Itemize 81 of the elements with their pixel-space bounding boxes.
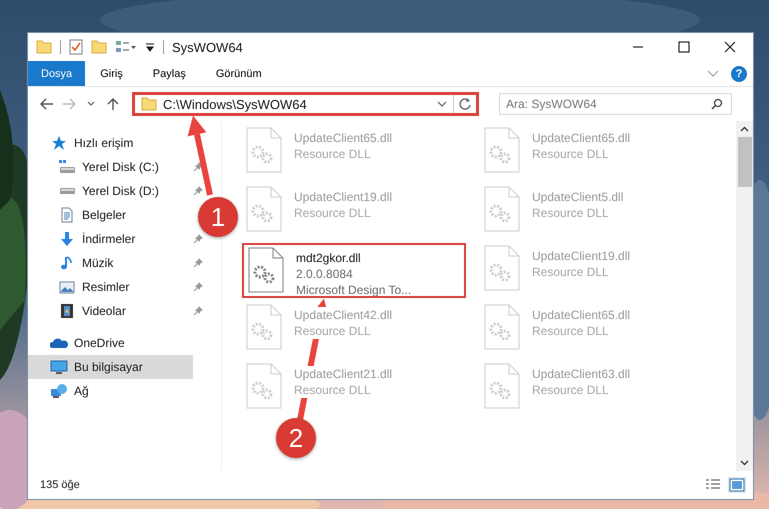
nav-label: Yerel Disk (C:) bbox=[82, 160, 160, 174]
ribbon-tab[interactable]: Paylaş bbox=[138, 61, 201, 86]
settings-file-icon bbox=[484, 127, 520, 173]
scrollbar[interactable] bbox=[736, 121, 753, 471]
file-name: UpdateClient65.dll bbox=[532, 307, 630, 323]
settings-file-icon bbox=[484, 304, 520, 350]
settings-file-icon bbox=[246, 363, 282, 409]
settings-file-icon bbox=[484, 245, 520, 291]
nav-item[interactable]: Yerel Disk (C:) bbox=[28, 155, 193, 179]
nav-label: OneDrive bbox=[74, 336, 126, 350]
file-name: UpdateClient63.dll bbox=[532, 366, 630, 382]
file-name: UpdateClient5.dll bbox=[532, 189, 624, 205]
nav-item[interactable]: Ağ bbox=[28, 379, 193, 403]
file-name: UpdateClient65.dll bbox=[294, 130, 392, 146]
file-name: UpdateClient19.dll bbox=[294, 189, 392, 205]
folder-icon bbox=[36, 40, 52, 54]
nav-item[interactable]: Belgeler bbox=[28, 203, 193, 227]
nav-item[interactable]: OneDrive bbox=[28, 331, 193, 355]
file-name: mdt2gkor.dll bbox=[296, 250, 362, 266]
nav-label: Bu bilgisayar bbox=[74, 360, 144, 374]
view-icon[interactable] bbox=[115, 40, 137, 54]
pin-icon[interactable] bbox=[193, 282, 203, 292]
nav-item[interactable]: Bu bilgisayar bbox=[28, 355, 193, 379]
pin-icon[interactable] bbox=[193, 258, 203, 268]
nav-label: Hızlı erişim bbox=[74, 136, 134, 150]
file-name: UpdateClient21.dll bbox=[294, 366, 392, 382]
settings-file-icon bbox=[248, 247, 284, 293]
download-icon bbox=[58, 231, 76, 247]
settings-file-icon bbox=[246, 304, 282, 350]
new-folder-icon[interactable] bbox=[91, 40, 107, 54]
file-name: UpdateClient65.dll bbox=[532, 130, 630, 146]
file-name: UpdateClient42.dll bbox=[294, 307, 392, 323]
dropdown-icon[interactable] bbox=[437, 101, 447, 107]
item-count: 135 öğe bbox=[40, 479, 80, 491]
scroll-thumb[interactable] bbox=[738, 137, 752, 187]
file-description: Microsoft Design To... bbox=[296, 282, 412, 298]
pin-icon[interactable] bbox=[193, 162, 203, 172]
film-icon bbox=[58, 303, 76, 319]
ribbon-tab[interactable]: Giriş bbox=[85, 61, 138, 86]
nav-item[interactable]: Yerel Disk (D:) bbox=[28, 179, 193, 203]
nav-item[interactable]: Videolar bbox=[28, 299, 193, 323]
nav-label: Yerel Disk (D:) bbox=[82, 184, 160, 198]
nav-label: Resimler bbox=[82, 280, 130, 294]
address-bar[interactable]: C:\Windows\SysWOW64 bbox=[132, 92, 479, 116]
pin-icon[interactable] bbox=[193, 234, 203, 244]
drive-icon bbox=[58, 159, 76, 175]
network-icon bbox=[50, 383, 68, 399]
folder-icon bbox=[141, 97, 157, 111]
help-button[interactable]: ? bbox=[731, 66, 747, 82]
search-icon[interactable] bbox=[711, 98, 723, 110]
nav-label: Belgeler bbox=[82, 208, 128, 222]
settings-file-icon bbox=[484, 363, 520, 409]
large-icons-view-icon[interactable] bbox=[729, 478, 745, 492]
nav-item[interactable]: İndirmeler bbox=[28, 227, 193, 251]
nav-item[interactable]: Hızlı erişim bbox=[28, 131, 193, 155]
properties-icon[interactable] bbox=[69, 39, 83, 55]
nav-item[interactable]: Müzik bbox=[28, 251, 193, 275]
computer-icon bbox=[50, 359, 68, 375]
settings-file-icon bbox=[484, 186, 520, 232]
search-field[interactable]: Ara: SysWOW64 bbox=[506, 97, 711, 111]
drive-icon bbox=[58, 187, 76, 195]
pin-icon[interactable] bbox=[193, 306, 203, 316]
star-icon bbox=[50, 135, 68, 151]
file-version: 2.0.0.8084 bbox=[296, 266, 354, 282]
address-path: C:\Windows\SysWOW64 bbox=[163, 96, 308, 112]
search-box[interactable]: Ara: SysWOW64 bbox=[499, 93, 732, 115]
file-tile[interactable]: mdt2gkor.dll 2.0.0.8084 Microsoft Design To... bbox=[242, 243, 466, 298]
settings-file-icon bbox=[246, 127, 282, 173]
nav-item[interactable]: Resimler bbox=[28, 275, 193, 299]
nav-label: Videolar bbox=[82, 304, 127, 318]
nav-label: İndirmeler bbox=[82, 232, 136, 246]
customize-icon[interactable] bbox=[145, 42, 155, 52]
nav-label: Müzik bbox=[82, 256, 114, 270]
chevron-icon[interactable] bbox=[707, 70, 719, 78]
window-title: SysWOW64 bbox=[172, 40, 243, 54]
pin-icon[interactable] bbox=[193, 186, 203, 196]
settings-file-icon bbox=[246, 186, 282, 232]
picture-icon bbox=[58, 279, 76, 295]
file-name: UpdateClient19.dll bbox=[532, 248, 630, 264]
nav-label: Ağ bbox=[74, 384, 90, 398]
ribbon-tab[interactable]: Görünüm bbox=[200, 61, 277, 86]
